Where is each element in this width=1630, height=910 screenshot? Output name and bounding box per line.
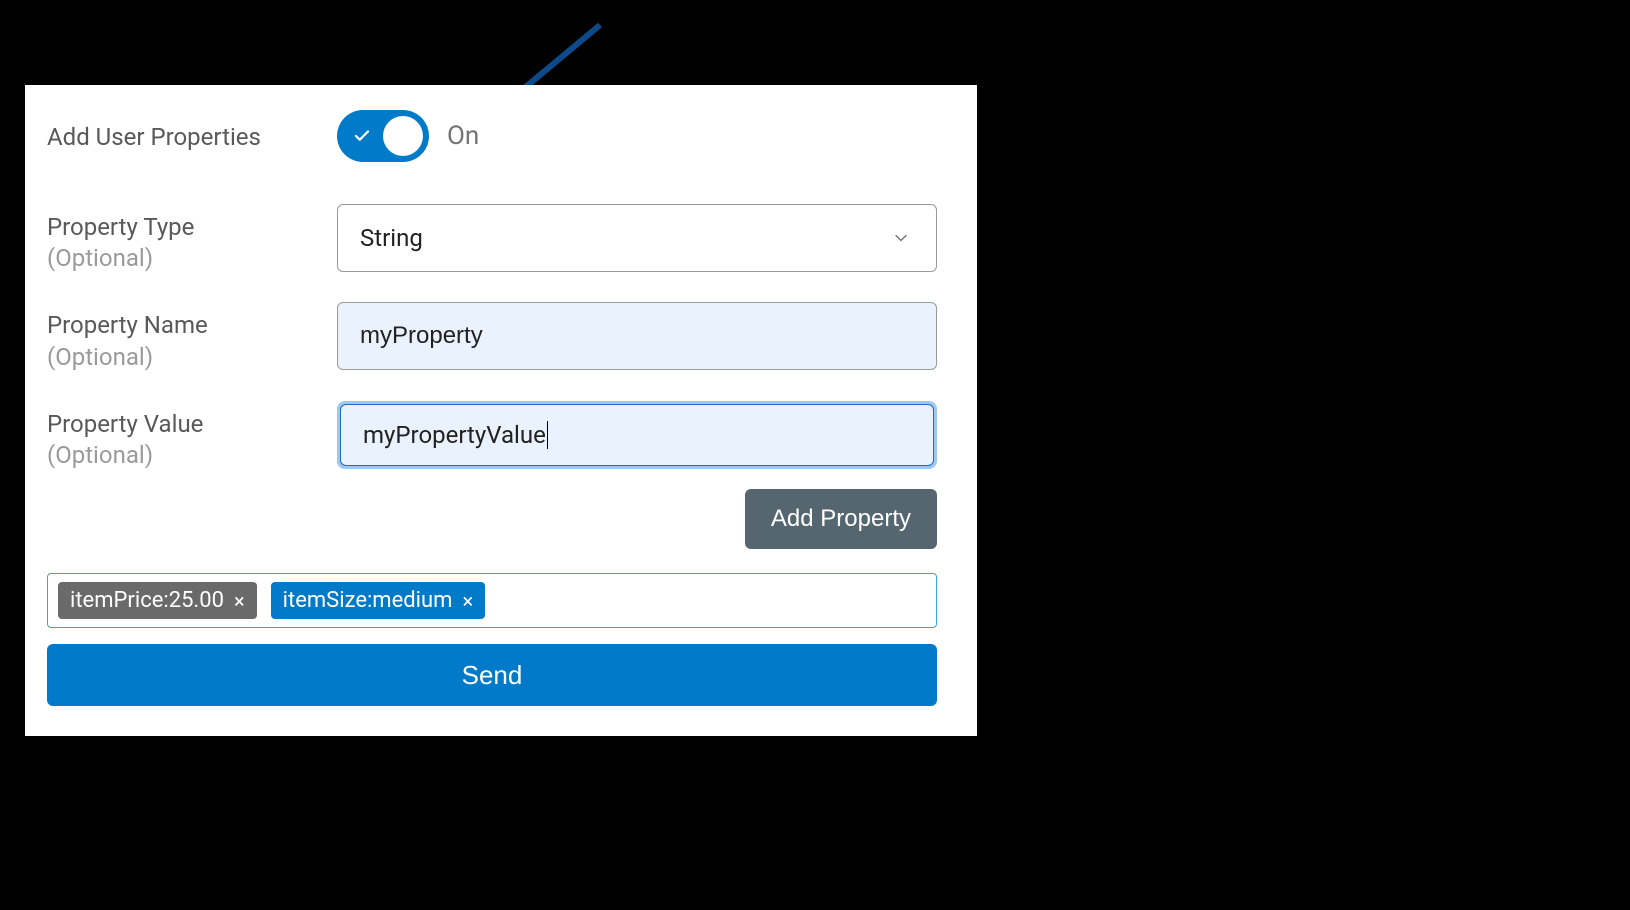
property-value-row: Property Value (Optional) myPropertyValu… (47, 401, 937, 471)
text-caret (547, 421, 548, 449)
property-name-label: Property Name (47, 310, 337, 341)
property-type-select[interactable]: String (337, 204, 937, 272)
add-user-properties-toggle[interactable] (337, 110, 429, 162)
send-button[interactable]: Send (47, 644, 937, 706)
property-type-sublabel: (Optional) (47, 243, 337, 274)
toggle-knob (383, 116, 423, 156)
property-value-text: myPropertyValue (363, 421, 546, 449)
form-panel: Add User Properties On Property Type (Op… (25, 85, 977, 736)
property-value-focus-ring: myPropertyValue (337, 401, 937, 469)
property-type-row: Property Type (Optional) String (47, 204, 937, 274)
toggle-label: Add User Properties (47, 122, 337, 153)
chip-label: itemSize:medium (283, 588, 453, 613)
property-value-label: Property Value (47, 409, 337, 440)
chip-item-size[interactable]: itemSize:medium × (271, 582, 485, 619)
add-property-button[interactable]: Add Property (745, 489, 937, 549)
property-name-sublabel: (Optional) (47, 342, 337, 373)
properties-chip-container[interactable]: itemPrice:25.00 × itemSize:medium × (47, 573, 937, 628)
add-property-row: Add Property (47, 489, 937, 549)
property-type-label: Property Type (47, 212, 337, 243)
check-icon (353, 127, 371, 145)
property-type-value: String (360, 224, 423, 252)
close-icon[interactable]: × (234, 591, 245, 611)
chip-item-price[interactable]: itemPrice:25.00 × (58, 582, 257, 619)
property-name-input[interactable] (337, 302, 937, 370)
property-value-sublabel: (Optional) (47, 440, 337, 471)
toggle-row: Add User Properties On (47, 110, 937, 162)
close-icon[interactable]: × (462, 591, 473, 611)
property-name-row: Property Name (Optional) (47, 302, 937, 372)
chip-label: itemPrice:25.00 (70, 588, 224, 613)
property-value-input[interactable]: myPropertyValue (340, 404, 934, 466)
toggle-state-label: On (447, 121, 479, 151)
